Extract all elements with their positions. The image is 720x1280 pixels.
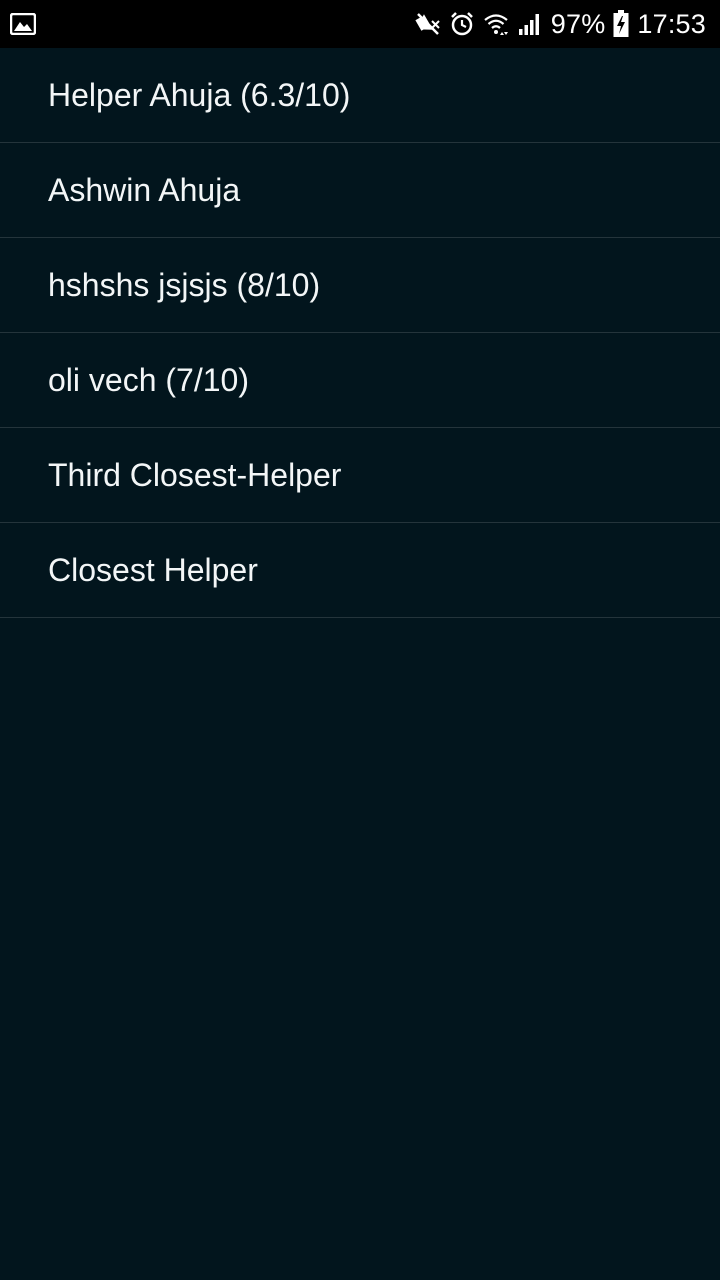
list-item-hshshs-jsjsjs[interactable]: hshshs jsjsjs (8/10)	[0, 238, 720, 333]
status-bar-left	[10, 13, 415, 35]
signal-icon	[517, 11, 543, 37]
list-item-helper-ahuja[interactable]: Helper Ahuja (6.3/10)	[0, 48, 720, 143]
list-item-label: Third Closest-Helper	[48, 456, 342, 493]
list-item-label: Ashwin Ahuja	[48, 171, 241, 208]
battery-charging-icon	[613, 10, 629, 38]
list-item-ashwin-ahuja[interactable]: Ashwin Ahuja	[0, 143, 720, 238]
battery-percent: 97%	[550, 9, 606, 39]
list-item-label: oli vech (7/10)	[48, 361, 249, 398]
list-item-third-closest-helper[interactable]: Third Closest-Helper	[0, 428, 720, 523]
wifi-icon	[483, 11, 509, 37]
status-bar-right: 97% 17:53	[415, 0, 706, 48]
helper-list: Helper Ahuja (6.3/10) Ashwin Ahuja hshsh…	[0, 48, 720, 618]
image-icon	[10, 13, 36, 35]
mute-icon	[415, 11, 441, 37]
clock: 17:53	[637, 9, 706, 39]
list-item-label: Closest Helper	[48, 551, 258, 588]
list-item-oli-vech[interactable]: oli vech (7/10)	[0, 333, 720, 428]
list-item-closest-helper[interactable]: Closest Helper	[0, 523, 720, 618]
list-item-label: hshshs jsjsjs (8/10)	[48, 266, 321, 303]
list-item-label: Helper Ahuja (6.3/10)	[48, 76, 351, 113]
alarm-icon	[449, 11, 475, 37]
status-bar: 97% 17:53	[0, 0, 720, 48]
